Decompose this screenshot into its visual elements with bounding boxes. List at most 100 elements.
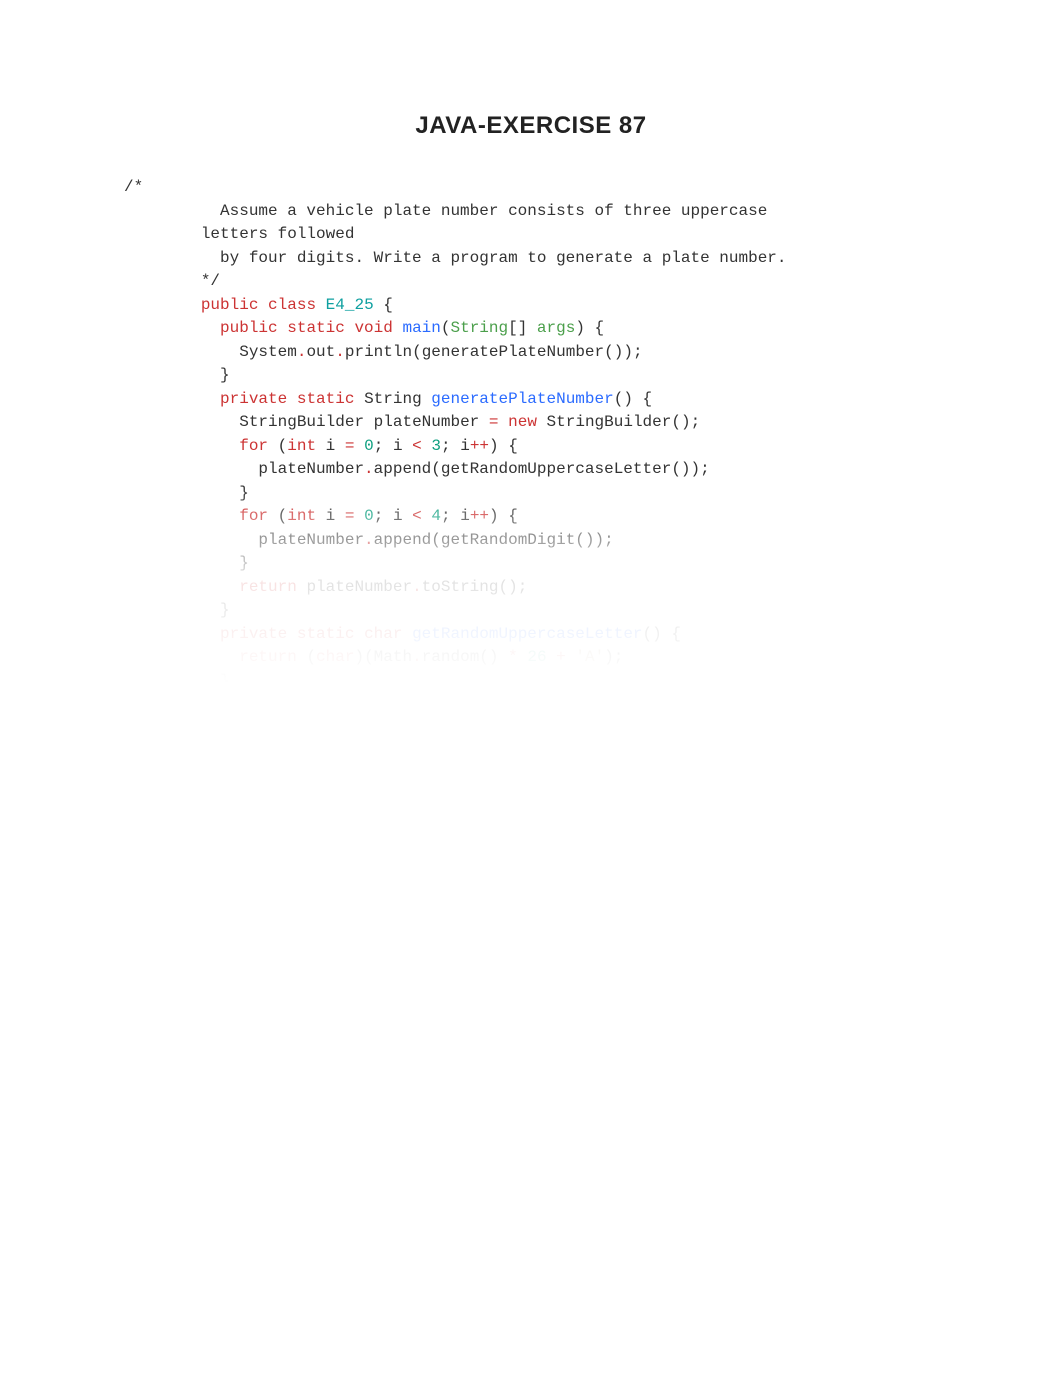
kw-static: static [287,319,345,337]
op-eq: = [345,507,355,525]
var-i: i [460,507,470,525]
brace: { [508,507,518,525]
kw-char: char [364,695,402,713]
var-i: i [393,507,403,525]
paren: ) [585,531,595,549]
paren: ( [412,343,422,361]
type-sb: StringBuilder [239,413,364,431]
brace: { [671,625,681,643]
char-0: '0' [575,719,604,737]
fn-genplate: generatePlateNumber [431,390,613,408]
num-3: 3 [431,437,441,455]
op-lt: < [412,437,422,455]
kw-static: static [297,695,355,713]
comment-line-2: by four digits. Write a program to gener… [201,249,787,267]
class-name: E4_25 [326,296,374,314]
kw-class: class [268,296,316,314]
op-star: * [508,648,518,666]
semicolon: ; [374,507,384,525]
op-star: * [508,719,518,737]
semicolon: ; [633,343,643,361]
ident-out: out [306,343,335,361]
kw-private: private [220,695,287,713]
kw-int: int [287,437,316,455]
brace-close: } [239,554,249,572]
paren: ) [623,343,633,361]
paren: ( [604,343,614,361]
brace: { [643,390,653,408]
semicolon: ; [518,578,528,596]
paren: ) [489,719,499,737]
paren: ) [614,343,624,361]
paren: ( [643,625,653,643]
fn-getupper: getRandomUppercaseLetter [412,625,642,643]
paren: ) [623,390,633,408]
paren: ) [681,413,691,431]
document-page: JAVA-EXERCISE 87 /* Assume a vehicle pla… [0,0,1062,1377]
paren: ( [671,413,681,431]
call-getdigit: getRandomDigit [441,531,575,549]
paren: ( [364,648,374,666]
char-a: 'A' [575,648,604,666]
paren: ( [306,648,316,666]
kw-private: private [220,390,287,408]
kw-void: void [354,319,392,337]
dot: . [412,578,422,596]
ident-math: Math [374,719,412,737]
ident-system: System [239,343,297,361]
dot: . [364,460,374,478]
paren: ) [489,648,499,666]
fn-random: random [422,719,480,737]
kw-int: int [287,507,316,525]
paren: ) [489,507,499,525]
fn-append: append [374,460,432,478]
num-10: 10 [527,719,546,737]
kw-char: char [364,625,402,643]
paren: ( [479,648,489,666]
kw-return: return [239,719,297,737]
ident-println: println [345,343,412,361]
dot: . [412,648,422,666]
var-i: i [326,507,336,525]
brace: { [575,695,585,713]
kw-for: for [239,437,268,455]
num-0: 0 [364,507,374,525]
paren: ) [354,648,364,666]
bracket: ] [518,319,528,337]
paren: ) [556,695,566,713]
paren: ) [354,719,364,737]
var-i: i [460,437,470,455]
brace-close: } [220,366,230,384]
paren: ) [652,625,662,643]
dot: . [335,343,345,361]
brace-close: } [239,484,249,502]
paren: ) [489,437,499,455]
brace: { [508,437,518,455]
semicolon: ; [604,531,614,549]
num-26: 26 [527,648,546,666]
op-plus: + [556,648,566,666]
comment-line-1: Assume a vehicle plate number consists o… [201,202,768,220]
brace-close: } [220,742,230,760]
dot: . [412,719,422,737]
kw-char: char [316,648,354,666]
type-sb: StringBuilder [547,413,672,431]
type-string: String [450,319,508,337]
kw-return: return [239,578,297,596]
type-string: String [364,390,422,408]
code-block: /* Assume a vehicle plate number consist… [0,176,1062,787]
brace-close: } [220,601,230,619]
paren: ( [479,719,489,737]
op-pp: ++ [470,437,489,455]
page-title: JAVA-EXERCISE 87 [0,112,1062,140]
paren: ( [306,719,316,737]
kw-char: char [316,719,354,737]
semicolon: ; [691,413,701,431]
op-lt: < [412,507,422,525]
bracket: [ [508,319,518,337]
kw-static: static [297,625,355,643]
code-container: /* Assume a vehicle plate number consist… [0,176,1062,787]
paren: ) [508,578,518,596]
op-eq: = [489,413,499,431]
semicolon: ; [441,437,451,455]
